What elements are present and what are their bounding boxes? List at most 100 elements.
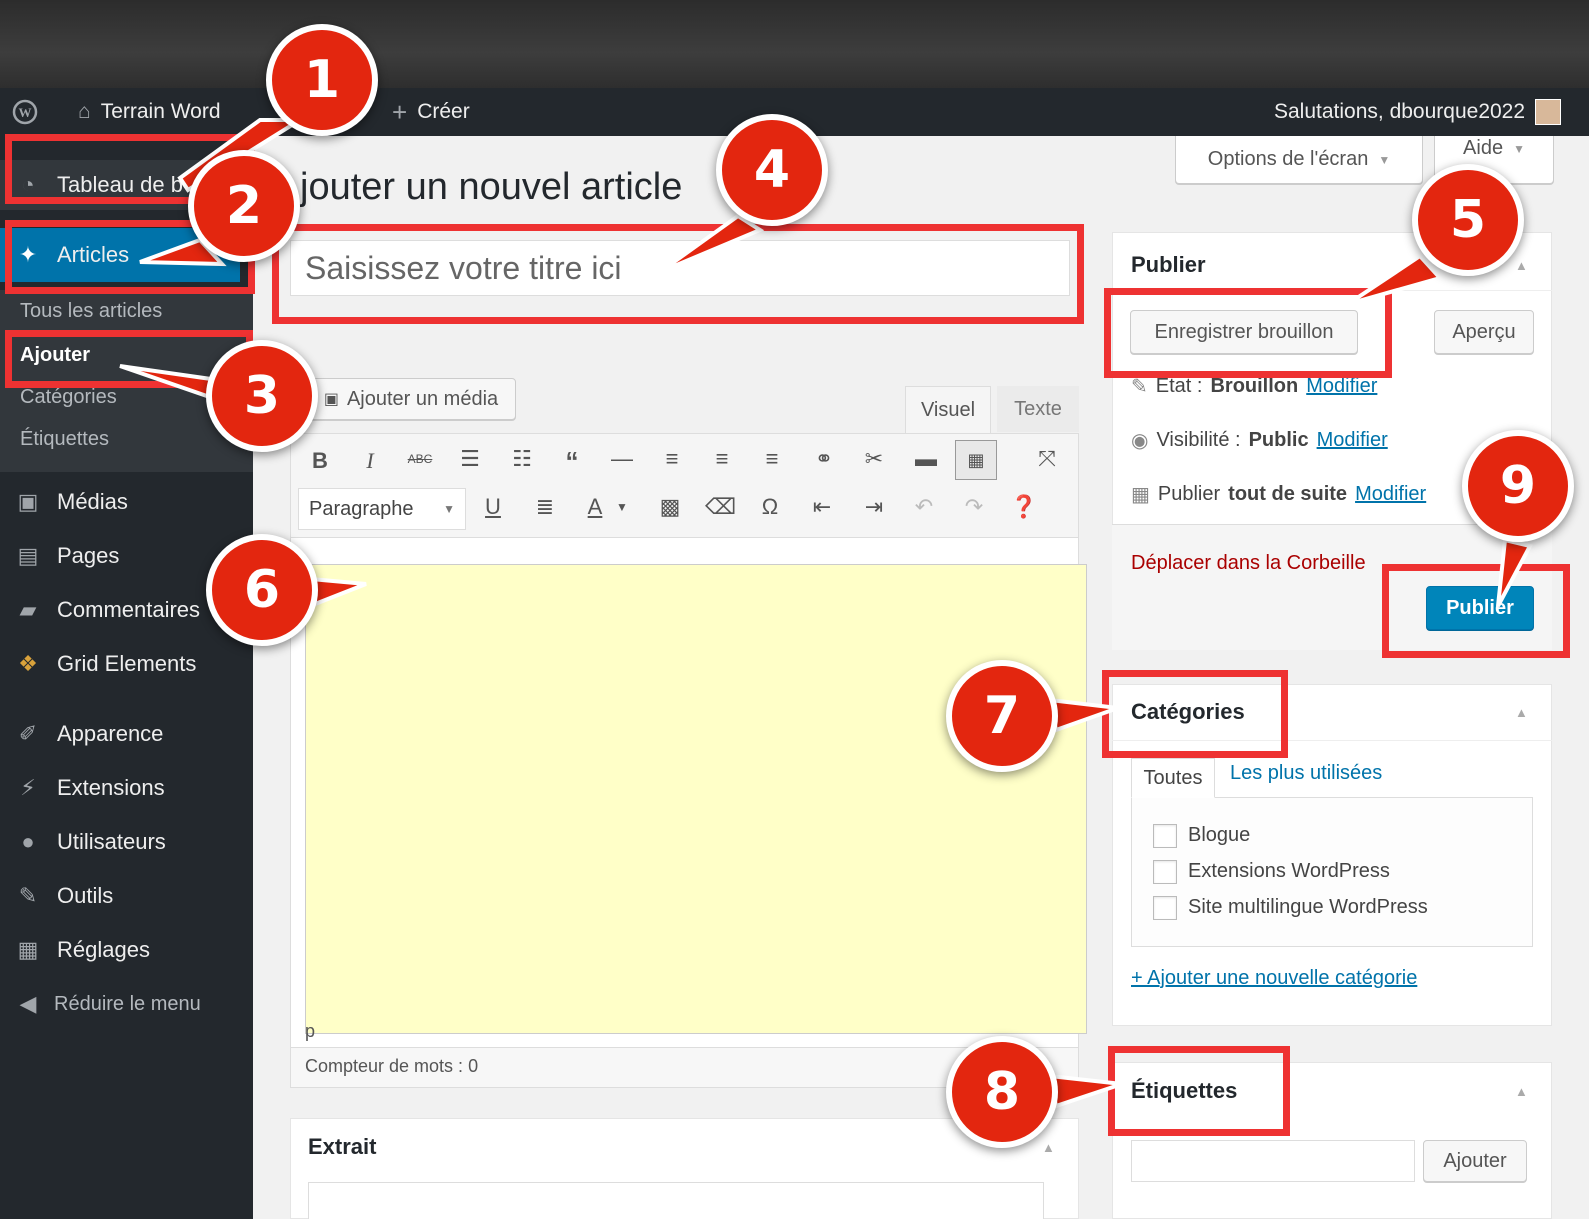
- save-draft-button[interactable]: Enregistrer brouillon: [1130, 310, 1358, 354]
- submenu-categories[interactable]: Catégories: [20, 386, 117, 409]
- sidebar-item-appearance[interactable]: ✐ Apparence: [0, 710, 253, 758]
- collapse-arrow-icon[interactable]: ▲: [1515, 705, 1528, 720]
- visibility-row: ◉ Visibilité : Public Modifier: [1131, 428, 1388, 453]
- edit-status-link[interactable]: Modifier: [1306, 375, 1377, 398]
- screen-options-button[interactable]: Options de l'écran ▼: [1175, 136, 1423, 184]
- blockquote-icon[interactable]: “: [557, 446, 587, 477]
- post-status-row: ✎ Etat : Brouillon Modifier: [1131, 374, 1377, 399]
- edit-schedule-link[interactable]: Modifier: [1355, 483, 1426, 506]
- sidebar-item-label: Grid Elements: [57, 651, 197, 676]
- post-title-input[interactable]: [290, 240, 1070, 296]
- unlink-icon[interactable]: ✂: [859, 446, 889, 472]
- sidebar-item-label: Pages: [57, 543, 120, 568]
- preview-button[interactable]: Aperçu: [1434, 310, 1534, 354]
- justify-icon[interactable]: ≣: [530, 494, 560, 520]
- admin-bar-account[interactable]: Salutations, dbourque2022: [1274, 88, 1562, 136]
- wordpress-logo-icon[interactable]: W: [12, 88, 38, 136]
- read-more-icon[interactable]: ▬: [911, 446, 941, 472]
- sidebar-item-extensions[interactable]: ⚡ Extensions: [0, 764, 253, 812]
- add-media-label: Ajouter un média: [346, 387, 499, 410]
- help-label: Aide: [1463, 137, 1504, 159]
- outdent-icon[interactable]: ⇤: [807, 494, 837, 520]
- clear-formatting-icon[interactable]: ⌫: [705, 494, 736, 520]
- trash-link[interactable]: Déplacer dans la Corbeille: [1131, 552, 1366, 575]
- indent-icon[interactable]: ⇥: [859, 494, 889, 520]
- add-tag-button[interactable]: Ajouter: [1423, 1140, 1527, 1182]
- category-checkbox-blogue[interactable]: [1153, 824, 1177, 848]
- submenu-tags[interactable]: Étiquettes: [20, 428, 109, 451]
- sidebar-item-settings[interactable]: ▦ Réglages: [0, 926, 253, 974]
- publish-box-title: Publier: [1131, 252, 1206, 277]
- format-select[interactable]: Paragraphe ▼: [298, 488, 466, 530]
- collapse-arrow-icon[interactable]: ▲: [1515, 1084, 1528, 1099]
- italic-icon[interactable]: I: [355, 448, 385, 474]
- sidebar-item-tools[interactable]: ✎ Outils: [0, 872, 253, 920]
- align-center-icon[interactable]: ≡: [707, 446, 737, 472]
- help-icon[interactable]: ❓: [1009, 494, 1039, 520]
- bold-icon[interactable]: B: [305, 448, 335, 474]
- sidebar-item-label: Commentaires: [57, 597, 201, 622]
- visibility-label: Visibilité :: [1156, 429, 1241, 451]
- collapse-arrow-icon[interactable]: ▲: [1515, 258, 1528, 273]
- underline-icon[interactable]: U: [478, 494, 508, 520]
- category-checkbox-multilingue[interactable]: [1153, 896, 1177, 920]
- tab-visual[interactable]: Visuel: [905, 386, 991, 434]
- submenu-all-articles[interactable]: Tous les articles: [20, 300, 162, 323]
- undo-icon[interactable]: ↶: [909, 494, 939, 520]
- toolbar-toggle-icon[interactable]: ▦: [955, 440, 997, 480]
- sidebar-item-grid-elements[interactable]: ❖ Grid Elements: [0, 640, 253, 688]
- link-icon[interactable]: ⚭: [809, 446, 839, 472]
- tools-icon: ✎: [18, 883, 38, 908]
- fullscreen-icon[interactable]: ⤧: [1032, 446, 1062, 472]
- tab-all-categories[interactable]: Toutes: [1131, 758, 1215, 798]
- sidebar-item-media[interactable]: ▣ Médias: [0, 478, 253, 526]
- publish-button[interactable]: Publier: [1426, 586, 1534, 630]
- callout-badge-6: 6: [206, 534, 318, 646]
- submenu-add[interactable]: Ajouter: [20, 344, 90, 367]
- strikethrough-icon[interactable]: ABC: [405, 452, 435, 466]
- align-right-icon[interactable]: ≡: [757, 446, 787, 472]
- sidebar-item-users[interactable]: ● Utilisateurs: [0, 818, 253, 866]
- sidebar-item-label: Apparence: [57, 721, 164, 746]
- category-checkbox-extensions[interactable]: [1153, 860, 1177, 884]
- align-left-icon[interactable]: ≡: [657, 446, 687, 472]
- horizontal-line-icon[interactable]: —: [607, 446, 637, 472]
- category-label: Site multilingue WordPress: [1188, 896, 1428, 918]
- collapse-arrow-icon[interactable]: ▲: [1042, 1140, 1055, 1155]
- sidebar-item-label: Outils: [57, 883, 114, 908]
- text-color-icon[interactable]: A: [580, 494, 610, 520]
- redo-icon[interactable]: ↷: [959, 494, 989, 520]
- create-label: Créer: [417, 100, 470, 123]
- add-media-button[interactable]: ▣ Ajouter un média: [306, 378, 516, 420]
- caret-down-icon[interactable]: ▼: [612, 500, 632, 514]
- pin-icon: ✎: [1131, 376, 1148, 398]
- pages-icon: ▤: [17, 543, 39, 568]
- sidebar-collapse-menu[interactable]: ◀ Réduire le menu: [0, 980, 253, 1028]
- status-value: Brouillon: [1210, 375, 1299, 397]
- callout-badge-2: 2: [188, 150, 300, 262]
- callout-badge-5: 5: [1412, 164, 1524, 276]
- schedule-label: Publier: [1157, 483, 1221, 505]
- callout-badge-4: 4: [716, 114, 828, 226]
- tags-input[interactable]: [1131, 1140, 1415, 1182]
- editor-content-area[interactable]: [305, 564, 1087, 1034]
- admin-bar-site[interactable]: ⌂ Terrain Word: [78, 88, 221, 136]
- paste-text-icon[interactable]: ▩: [655, 494, 685, 520]
- excerpt-textarea[interactable]: [308, 1182, 1044, 1219]
- editor-path: p: [305, 1021, 316, 1041]
- add-category-link[interactable]: + Ajouter une nouvelle catégorie: [1131, 967, 1417, 990]
- callout-badge-9: 9: [1462, 430, 1574, 542]
- numbered-list-icon[interactable]: ☷: [507, 446, 537, 472]
- tab-text[interactable]: Texte: [997, 386, 1079, 432]
- appearance-icon: ✐: [18, 721, 38, 746]
- tab-popular-categories[interactable]: Les plus utilisées: [1230, 762, 1382, 785]
- dashboard-icon: ◔: [21, 172, 35, 197]
- plugins-icon: ⚡: [20, 775, 36, 800]
- admin-bar-create[interactable]: + Créer: [392, 88, 470, 136]
- divider: [1112, 740, 1552, 741]
- edit-visibility-link[interactable]: Modifier: [1317, 429, 1388, 452]
- special-character-icon[interactable]: Ω: [755, 494, 785, 520]
- caret-down-icon: ▼: [1513, 141, 1525, 156]
- grid-elements-icon: ❖: [18, 651, 38, 676]
- bullet-list-icon[interactable]: ☰: [455, 446, 485, 472]
